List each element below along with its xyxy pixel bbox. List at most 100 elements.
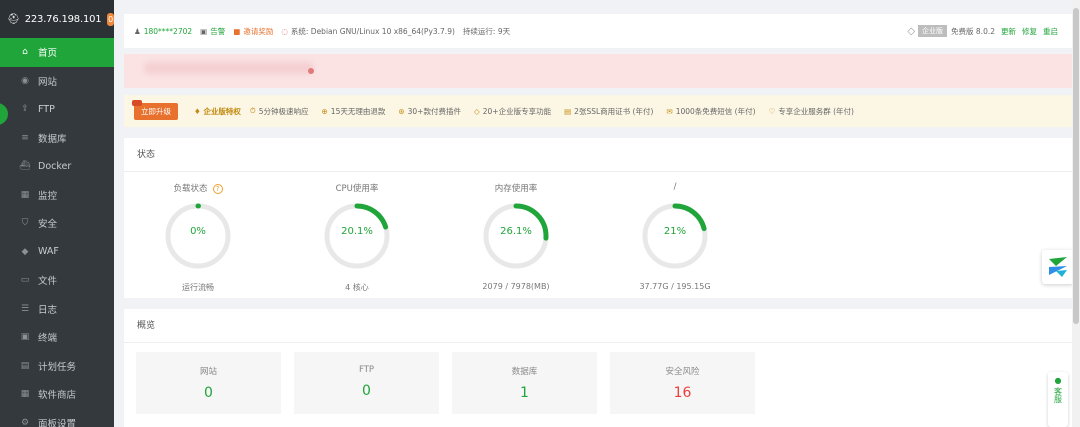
- promo-item[interactable]: ⊕ 15天无理由退款: [322, 106, 386, 117]
- promo-item-icon: ⊛: [398, 106, 405, 116]
- top-info-bar: ♟ 180****2702 ▣ 告警 ■ 邀请奖励 ◌ 系统: Debian GNU/L…: [124, 14, 1072, 48]
- overview-card-0[interactable]: 网站 0: [136, 352, 281, 414]
- overview-card-1[interactable]: FTP 0: [294, 352, 439, 414]
- system-icon: ◌: [281, 26, 288, 36]
- promo-item[interactable]: ⊛ 30+款付费插件: [398, 106, 461, 117]
- promo-item[interactable]: ▤ 2张SSL商用证书 (年付): [564, 106, 653, 117]
- gauge-title: 负载状态?: [138, 182, 258, 198]
- sidebar-item-label: 面板设置: [38, 418, 77, 427]
- overview-card-label: 网站: [199, 367, 217, 377]
- log-icon: ☰: [20, 303, 30, 314]
- help-icon[interactable]: ?: [212, 184, 223, 194]
- promo-item[interactable]: ✉ 1000条免费短信 (年付): [666, 106, 755, 117]
- sidebar-item-12[interactable]: ▦ 软件商店: [0, 380, 114, 409]
- invite-link[interactable]: ■ 邀请奖励: [233, 26, 273, 37]
- store-icon: ▦: [20, 389, 30, 400]
- blurred-notice: [144, 62, 314, 74]
- sidebar-item-label: WAF: [38, 246, 59, 258]
- update-link[interactable]: 更新: [1001, 26, 1016, 37]
- docker-icon: ⛴: [19, 161, 31, 172]
- monitor-icon: ▦: [20, 189, 30, 200]
- gauge-subtitle: 37.77G / 195.15G: [639, 282, 711, 291]
- sidebar-item-10[interactable]: ▣ 终端: [0, 323, 114, 352]
- promo-item-label: 30+款付费插件: [407, 106, 461, 116]
- alert-link[interactable]: ▣ 告警: [200, 26, 225, 37]
- customer-service-button[interactable]: ● 客服: [1048, 372, 1068, 427]
- upgrade-now-button[interactable]: 立即升级: [132, 99, 178, 120]
- logo-icon: [1049, 257, 1067, 277]
- chat-icon: ●: [1054, 376, 1062, 385]
- version-info: ◇ 企业版 免费版 8.0.2 更新 修复 重启: [907, 25, 1058, 37]
- overview-title: 概览: [124, 309, 1072, 343]
- globe-icon: ◉: [21, 75, 29, 86]
- sidebar-menu: ⌂ 首页 ◉ 网站 ⇪ FTP ≡ 数据库 ⛴ Docker ▦ 监控 ⛉ 安全 ◆ WAF ▭ 文件 ☰ 日志 ▣ 终端…: [0, 38, 114, 427]
- floating-app-button[interactable]: [1042, 250, 1074, 284]
- repair-link[interactable]: 修复: [1022, 26, 1037, 37]
- overview-card-value: 1: [520, 385, 529, 401]
- database-icon: ≡: [21, 132, 29, 143]
- schedule-icon: ▤: [20, 360, 30, 371]
- scrollbar[interactable]: [1072, 0, 1080, 427]
- ftp-icon: ⇪: [21, 104, 29, 115]
- version-text: 免费版 8.0.2: [951, 26, 995, 36]
- gauge-value: 0%: [190, 226, 206, 237]
- promo-item-label: 20+企业版专享功能: [482, 106, 552, 116]
- gauge-0[interactable]: 负载状态? 0% 运行流畅: [138, 182, 258, 293]
- overview-card-2[interactable]: 数据库 1: [452, 352, 597, 414]
- gauge-title-text: 负载状态: [173, 184, 208, 194]
- user-account[interactable]: ♟ 180****2702: [134, 27, 192, 36]
- restart-link[interactable]: 重启: [1043, 26, 1058, 37]
- user-icon: ♟: [134, 26, 141, 36]
- gauge-title: 内存使用率: [456, 182, 576, 198]
- gauge-title: /: [615, 182, 735, 198]
- gauge-title-text: /: [673, 182, 677, 192]
- sidebar-item-8[interactable]: ▭ 文件: [0, 266, 114, 295]
- status-panel: 状态 负载状态? 0% 运行流畅 CPU使用率 20.1% 4 核心 内存使用率 26.1% 2…: [124, 138, 1072, 298]
- sidebar-item-11[interactable]: ▤ 计划任务: [0, 352, 114, 381]
- promo-item-label: 1000条免费短信 (年付): [675, 106, 756, 116]
- promo-item-icon: ◇: [473, 106, 480, 116]
- system-info: ◌ 系统: Debian GNU/Linux 10 x86_64(Py3.7.9): [281, 26, 455, 36]
- folder-icon: ▭: [20, 275, 30, 286]
- gauge-3[interactable]: / 21% 37.77G / 195.15G: [615, 182, 735, 291]
- promo-item[interactable]: ◇ 20+企业版专享功能: [474, 106, 551, 117]
- server-ip: 223.76.198.101: [24, 13, 102, 25]
- gauge-value: 21%: [663, 226, 687, 237]
- sidebar-item-2[interactable]: ⇪ FTP: [0, 95, 114, 124]
- promo-item-label: 2张SSL商用证书 (年付): [574, 106, 654, 116]
- promo-item[interactable]: ⏱ 5分钟极速响应: [250, 106, 309, 117]
- sidebar-item-0[interactable]: ⌂ 首页: [0, 38, 114, 67]
- gauge-subtitle: 2079 / 7978(MB): [482, 282, 550, 291]
- sidebar-item-label: 计划任务: [38, 361, 77, 373]
- main-content: ♟ 180****2702 ▣ 告警 ■ 邀请奖励 ◌ 系统: Debian GNU/L…: [114, 0, 1080, 427]
- gauge-2[interactable]: 内存使用率 26.1% 2079 / 7978(MB): [456, 182, 576, 291]
- overview-card-label: 安全风险: [665, 367, 700, 377]
- sidebar-item-6[interactable]: ⛉ 安全: [0, 209, 114, 238]
- sidebar-item-4[interactable]: ⛴ Docker: [0, 152, 114, 181]
- sidebar-item-9[interactable]: ☰ 日志: [0, 295, 114, 324]
- promo-item[interactable]: ♡ 专享企业服务群 (年付): [769, 106, 854, 117]
- sidebar-item-13[interactable]: ⚙ 面板设置: [0, 409, 114, 427]
- promo-item-label: 专享企业服务群 (年付): [778, 106, 854, 116]
- overview-panel: 概览 网站 0 FTP 0 数据库 1 安全风险 16: [124, 309, 1072, 427]
- gauge-value: 26.1%: [500, 226, 532, 237]
- sidebar-item-label: 网站: [38, 76, 58, 88]
- sidebar-item-label: FTP: [38, 103, 55, 115]
- sidebar-item-5[interactable]: ▦ 监控: [0, 181, 114, 210]
- gem-icon: ♦: [194, 106, 201, 116]
- sidebar-item-7[interactable]: ◆ WAF: [0, 238, 114, 267]
- diamond-icon: ◇: [907, 25, 916, 37]
- scrollbar-thumb[interactable]: [1073, 8, 1079, 324]
- promo-item-label: 5分钟极速响应: [258, 106, 309, 116]
- settings-icon: ⚙: [20, 417, 30, 427]
- edition-badge[interactable]: 企业版: [918, 25, 948, 37]
- overview-card-value: 16: [673, 385, 692, 401]
- overview-card-label: FTP: [358, 365, 375, 375]
- sidebar-item-1[interactable]: ◉ 网站: [0, 67, 114, 96]
- server-header[interactable]: ⛑ 223.76.198.101 0: [0, 0, 114, 38]
- gauge-1[interactable]: CPU使用率 20.1% 4 核心: [297, 182, 417, 293]
- overview-card-label: 数据库: [511, 367, 538, 377]
- overview-card-3[interactable]: 安全风险 16: [610, 352, 755, 414]
- sidebar-item-3[interactable]: ≡ 数据库: [0, 124, 114, 153]
- enterprise-privilege[interactable]: ♦ 企业版特权: [194, 106, 241, 117]
